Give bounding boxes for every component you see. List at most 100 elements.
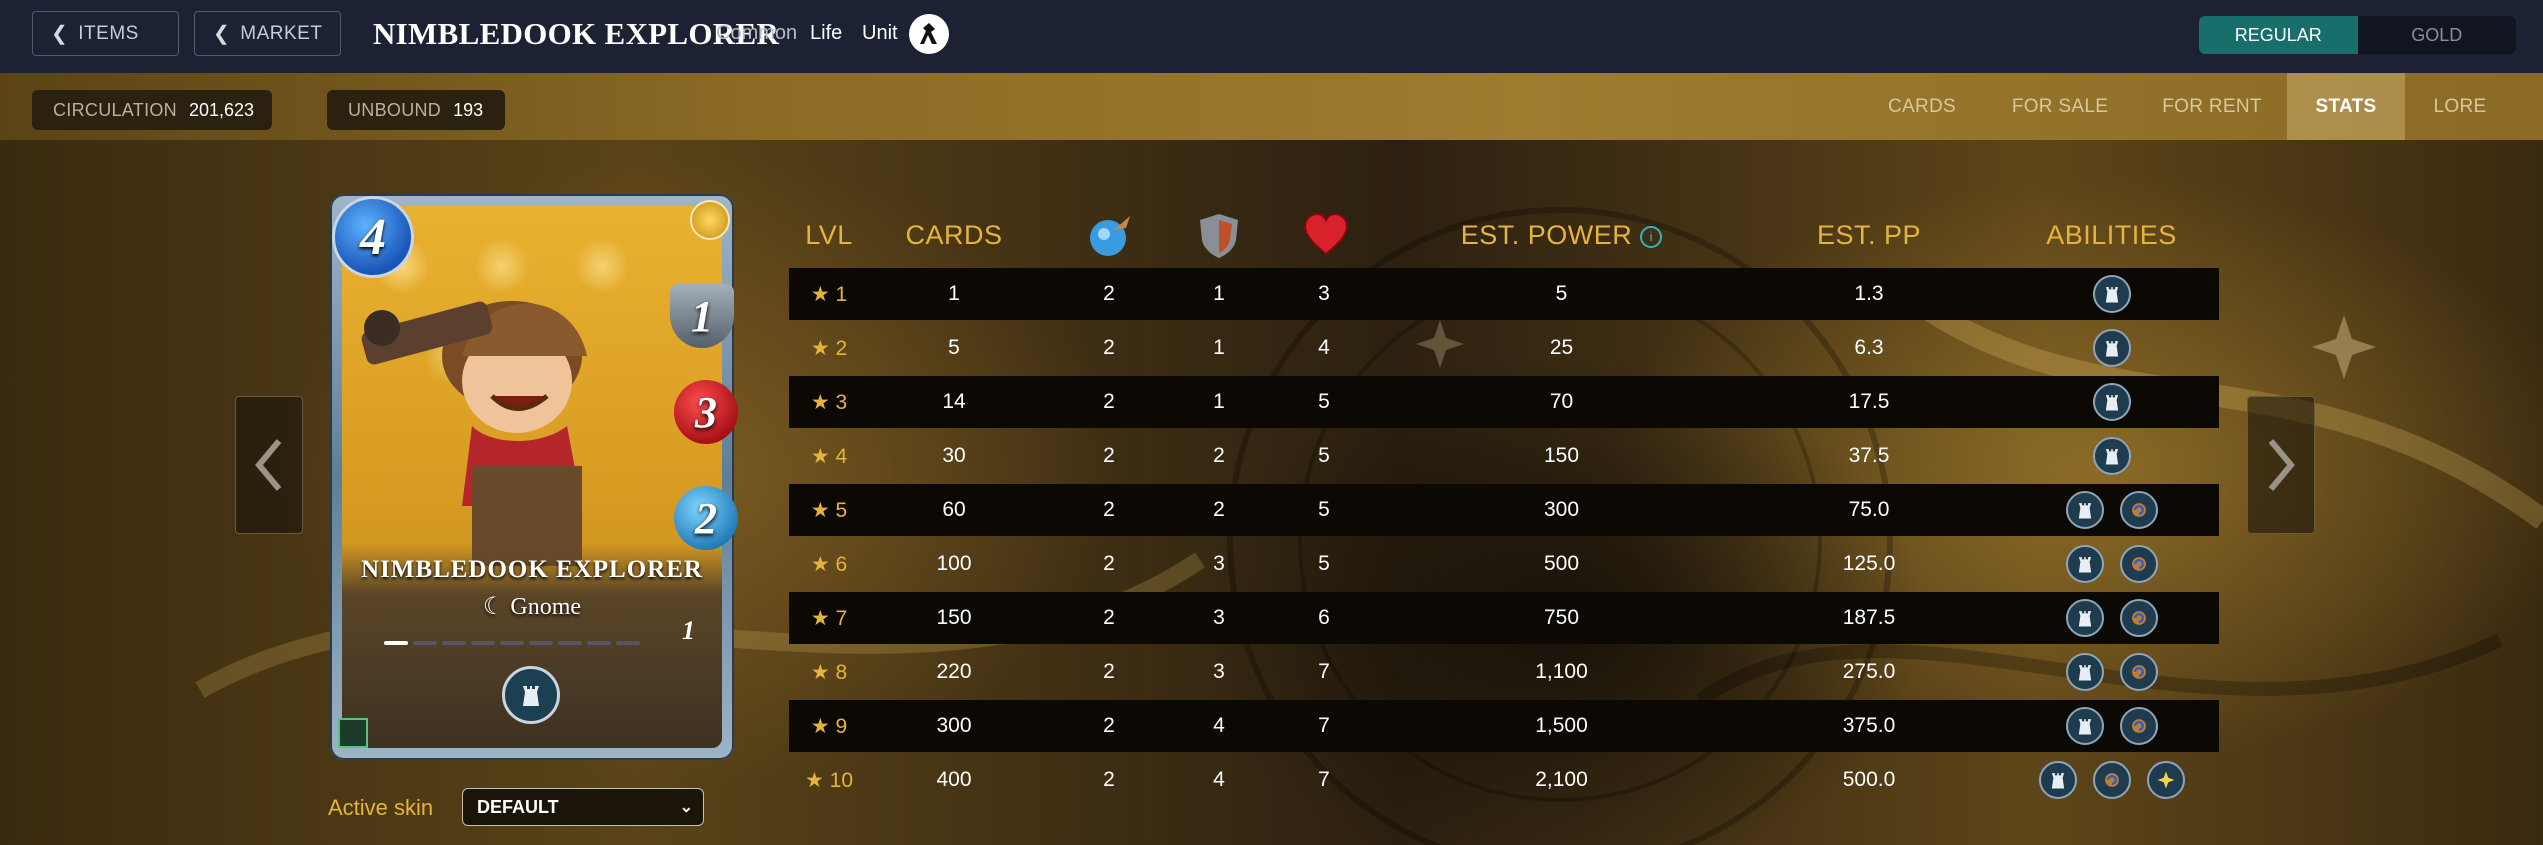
chevron-left-icon [255, 439, 282, 491]
stats-table-header: LVL CARDS EST. POWER i EST. PP ABILITIES [789, 210, 2219, 260]
cell-armor: 1 [1213, 390, 1225, 413]
cell-health: 7 [1318, 714, 1330, 737]
cell-armor: 3 [1213, 660, 1225, 683]
ability-tower-icon[interactable] [2065, 599, 2104, 637]
cell-cards: 5 [948, 336, 960, 359]
table-row: ★ 9 300 2 4 7 1,500 375.0 [789, 700, 2219, 752]
chevron-right-icon [2268, 439, 2295, 491]
cell-cards: 220 [936, 660, 972, 683]
ability-tower-icon[interactable] [2092, 437, 2131, 475]
cell-cards: 14 [942, 390, 966, 413]
cell-est-power: 150 [1543, 444, 1580, 467]
cell-abilities [2004, 322, 2219, 374]
ability-tower-icon[interactable] [2038, 761, 2077, 799]
next-card-button[interactable] [2247, 396, 2315, 534]
top-bar: ❮ ITEMS ❮ MARKET NIMBLEDOOK EXPLORER Com… [0, 0, 2543, 74]
table-row: ★ 2 5 2 1 4 25 6.3 [789, 322, 2219, 374]
header-est-power-label: EST. POWER [1460, 220, 1633, 250]
armor-stat: 1 [670, 284, 734, 348]
cell-est-pp: 17.5 [1848, 390, 1890, 413]
card-image: 4 1 3 2 NIMBLEDOOK EXPLORER ☾ Gnome 1 [330, 194, 738, 760]
sub-bar: CIRCULATION 201,623 UNBOUND 193 CARDS FO… [0, 73, 2543, 140]
health-icon [1301, 210, 1351, 260]
active-skin-label: Active skin [328, 795, 434, 820]
cell-abilities [2004, 376, 2219, 428]
mana-cost: 4 [332, 196, 414, 278]
cell-cards: 30 [942, 444, 966, 467]
ability-recharge-icon[interactable] [2119, 653, 2158, 691]
toggle-gold[interactable]: GOLD [2358, 16, 2517, 54]
cell-est-pp: 1.3 [1854, 282, 1884, 305]
cell-ranged: 2 [1103, 714, 1115, 737]
table-row: ★ 8 220 2 3 7 1,100 275.0 [789, 646, 2219, 698]
tab-cards[interactable]: CARDS [1870, 73, 1974, 140]
cell-ranged: 2 [1103, 282, 1115, 305]
ability-recharge-icon[interactable] [2119, 545, 2158, 583]
cell-cards: 150 [936, 606, 972, 629]
cell-lvl: ★ 10 [804, 768, 854, 792]
cell-health: 6 [1318, 606, 1330, 629]
cell-lvl: ★ 3 [810, 390, 848, 414]
cell-est-power: 25 [1549, 336, 1574, 359]
cell-health: 3 [1318, 282, 1330, 305]
cell-health: 5 [1318, 498, 1330, 521]
ability-tower-icon[interactable] [2092, 275, 2131, 313]
ability-spark-icon[interactable] [2146, 761, 2185, 799]
cell-est-pp: 275.0 [1842, 660, 1896, 683]
ability-recharge-icon[interactable] [2119, 491, 2158, 529]
info-icon[interactable]: i [1640, 225, 1663, 248]
cell-abilities [2004, 538, 2219, 590]
items-back-button[interactable]: ❮ ITEMS [32, 11, 179, 56]
previous-card-button[interactable] [235, 396, 303, 534]
cell-cards: 300 [936, 714, 972, 737]
tab-stats[interactable]: STATS [2287, 73, 2405, 140]
cell-ranged: 2 [1103, 768, 1115, 791]
foil-toggle[interactable]: REGULAR GOLD [2199, 16, 2516, 54]
chevron-down-icon: ⌄ [679, 799, 693, 816]
cell-lvl: ★ 8 [810, 660, 848, 684]
ability-tower-icon[interactable] [2065, 707, 2104, 745]
unit-type-icon [909, 14, 949, 54]
unbound-badge: UNBOUND 193 [327, 90, 505, 130]
ability-tower-icon[interactable] [2065, 491, 2104, 529]
cell-cards: 100 [936, 552, 972, 575]
cell-cards: 400 [936, 768, 972, 791]
tab-for-sale[interactable]: FOR SALE [2000, 73, 2120, 140]
ability-tower-icon[interactable] [2092, 329, 2131, 367]
card-ability-tower-icon [502, 666, 560, 724]
market-back-button[interactable]: ❮ MARKET [194, 11, 341, 56]
cell-armor: 3 [1213, 606, 1225, 629]
ranged-stat: 2 [674, 486, 738, 550]
cell-abilities [2004, 700, 2219, 752]
cell-armor: 1 [1213, 282, 1225, 305]
cell-lvl: ★ 7 [810, 606, 848, 630]
tab-lore[interactable]: LORE [2422, 73, 2498, 140]
ability-recharge-icon[interactable] [2119, 599, 2158, 637]
toggle-regular[interactable]: REGULAR [2199, 16, 2358, 54]
ability-recharge-icon[interactable] [2092, 761, 2131, 799]
table-row: ★ 7 150 2 3 6 750 187.5 [789, 592, 2219, 644]
health-stat: 3 [674, 380, 738, 444]
cell-armor: 3 [1213, 552, 1225, 575]
cell-lvl: ★ 2 [810, 336, 848, 360]
cell-est-power: 1,500 [1535, 714, 1588, 737]
rarity-gem-icon [690, 200, 730, 240]
cell-health: 5 [1318, 552, 1330, 575]
active-skin-select[interactable]: DEFAULT ⌄ [462, 788, 704, 826]
ability-tower-icon[interactable] [2065, 653, 2104, 691]
card-type: Unit [862, 22, 898, 44]
cell-est-power: 2,100 [1535, 768, 1588, 791]
cell-abilities [2004, 430, 2219, 482]
cell-health: 4 [1318, 336, 1330, 359]
cell-ranged: 2 [1103, 390, 1115, 413]
tab-for-rent[interactable]: FOR RENT [2152, 73, 2272, 140]
items-back-label: ITEMS [78, 22, 139, 44]
ability-recharge-icon[interactable] [2119, 707, 2158, 745]
ability-tower-icon[interactable] [2065, 545, 2104, 583]
unbound-label: UNBOUND [348, 99, 442, 120]
cell-health: 5 [1318, 390, 1330, 413]
ability-tower-icon[interactable] [2092, 383, 2131, 421]
cell-ranged: 2 [1103, 606, 1115, 629]
circulation-label: CIRCULATION [53, 99, 177, 120]
cell-lvl: ★ 1 [810, 282, 848, 306]
